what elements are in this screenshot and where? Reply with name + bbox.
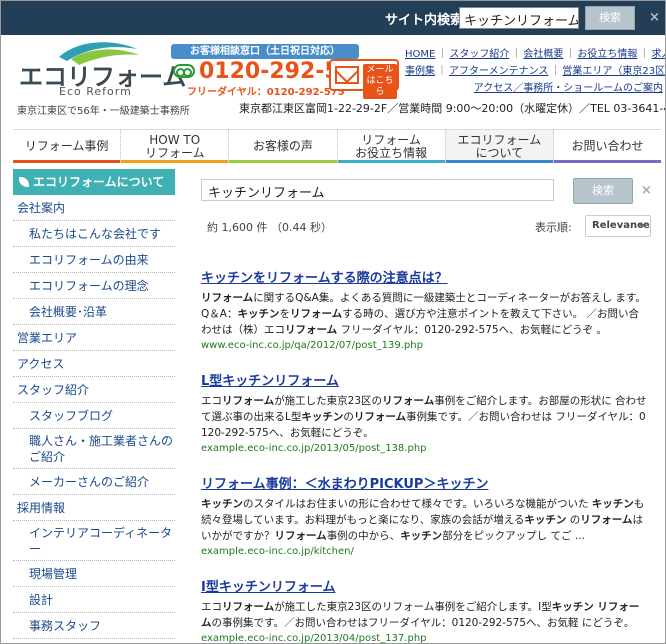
search-results: キッチンリフォーム 検索 × 約 1,600 件 （0.44 秒） 表示順: R… bbox=[187, 171, 661, 644]
nav-item-label: お客様の声 bbox=[252, 139, 313, 153]
page-frame: サイト内検索： キッチンリフォーム 検索 × エコリフォーム Eco Refor… bbox=[0, 0, 666, 644]
mail-button[interactable]: メールはこちら bbox=[329, 59, 399, 99]
link-separator: ｜ bbox=[437, 66, 447, 77]
search-result: キッチンをリフォームする際の注意点は？ リフォームに関するQ&A集。よくある質問に… bbox=[187, 267, 661, 351]
sidebar-item[interactable]: 現場管理 bbox=[13, 561, 175, 587]
nav-item-label: リフォーム事例 bbox=[24, 139, 109, 153]
header-links-row: アクセス／事務所・ショールームのご案内 bbox=[405, 80, 663, 97]
nav-item-label: エコリフォーム について bbox=[457, 132, 542, 160]
result-url: www.eco-inc.co.jp/qa/2012/07/post_139.ph… bbox=[201, 340, 423, 351]
sidebar-heading-label: エコリフォームについて bbox=[33, 175, 165, 189]
chevron-down-icon bbox=[639, 224, 645, 228]
site-search-input[interactable]: キッチンリフォーム bbox=[459, 7, 579, 29]
sort-select[interactable]: Relevance bbox=[585, 215, 651, 237]
header-link[interactable]: 営業エリア（東京23区） bbox=[562, 66, 665, 77]
header-links: HOME｜スタッフ紹介｜会社概要｜お役立ち情報｜求人 事例集｜アフターメンテナン… bbox=[405, 46, 665, 97]
site-search-bar: サイト内検索： キッチンリフォーム 検索 × bbox=[1, 1, 665, 35]
freedial-icon bbox=[173, 64, 195, 78]
header-link[interactable]: 会社概要 bbox=[523, 49, 563, 60]
header-link[interactable]: 求人 bbox=[651, 49, 665, 60]
header-link[interactable]: アフターメンテナンス bbox=[449, 66, 548, 77]
sidebar-item[interactable]: アクセス bbox=[13, 351, 175, 377]
clear-icon[interactable]: × bbox=[641, 183, 652, 198]
header-link[interactable]: アクセス／事務所・ショールームのご案内 bbox=[474, 83, 663, 94]
search-result: リフォーム事例：＜水まわりPICKUP＞キッチンキッチンのスタイルはお住まいの形… bbox=[187, 473, 661, 557]
result-url: example.eco-inc.co.jp/2013/04/post_137.p… bbox=[201, 633, 427, 644]
sidebar-items: 会社案内 私たちはこんな会社です エコリフォームの由来 エコリフォームの理念 会社概要･… bbox=[13, 195, 175, 639]
nav-item[interactable]: HOW TO リフォーム bbox=[121, 130, 230, 163]
result-snippet: エコリフォームが施工した東京23区のリフォーム事例をご紹介します。I型キッチン … bbox=[201, 601, 640, 629]
mail-icon bbox=[335, 66, 359, 84]
sidebar-item[interactable]: 私たちはこんな会社です bbox=[13, 221, 175, 247]
sidebar-item[interactable]: 設計 bbox=[13, 587, 175, 613]
leaf-icon bbox=[19, 177, 29, 187]
header-links-row: 事例集｜アフターメンテナンス｜営業エリア（東京23区） bbox=[405, 63, 665, 80]
result-title-link[interactable]: リフォーム事例：＜水まわりPICKUP＞キッチン bbox=[201, 473, 647, 492]
sidebar-item[interactable]: 営業エリア bbox=[13, 325, 175, 351]
logo-subtitle: Eco Reform bbox=[59, 85, 132, 98]
search-result: I型キッチンリフォームエコリフォームが施工した東京23区のリフォーム事例をご紹介… bbox=[187, 576, 661, 644]
main-nav: リフォーム事例 HOW TO リフォーム お客様の声 リフォーム お役立ち情報 エコリフ… bbox=[13, 129, 662, 163]
mail-label: メールはこちら bbox=[363, 64, 397, 99]
nav-item-label: HOW TO リフォーム bbox=[144, 132, 205, 160]
nav-item[interactable]: お問い合わせ bbox=[553, 130, 662, 163]
header-link[interactable]: HOME bbox=[405, 49, 435, 60]
header-link[interactable]: 事例集 bbox=[405, 66, 435, 77]
sidebar-heading[interactable]: エコリフォームについて bbox=[13, 169, 175, 195]
result-snippet: キッチンのスタイルはお住まいの形に合わせて様々です。いろいろな機能がついた キッ… bbox=[201, 498, 645, 542]
result-count: 約 1,600 件 （0.44 秒） bbox=[207, 221, 332, 234]
sort-label: 表示順: bbox=[535, 221, 572, 234]
results-search-button[interactable]: 検索 bbox=[573, 178, 633, 204]
sidebar-item[interactable]: エコリフォームの由来 bbox=[13, 247, 175, 273]
link-separator: ｜ bbox=[511, 49, 522, 60]
sidebar: エコリフォームについて 会社案内 私たちはこんな会社です エコリフォームの由来 エコリ… bbox=[13, 169, 175, 639]
link-separator: ｜ bbox=[437, 49, 448, 60]
header-links-row: HOME｜スタッフ紹介｜会社概要｜お役立ち情報｜求人 bbox=[405, 46, 665, 63]
link-separator: ｜ bbox=[550, 66, 561, 77]
sidebar-item[interactable]: スタッフブログ bbox=[13, 403, 175, 429]
sidebar-item[interactable]: 職人さん・施工業者さんのご紹介 bbox=[13, 429, 175, 469]
sidebar-item[interactable]: 採用情報 bbox=[13, 495, 175, 521]
nav-item-label: リフォーム お役立ち情報 bbox=[355, 132, 428, 160]
tagline: 東京江東区で56年・一級建築士事務所 bbox=[17, 106, 190, 117]
nav-item[interactable]: エコリフォーム について bbox=[445, 130, 554, 163]
nav-item-label: お問い合わせ bbox=[571, 139, 644, 153]
link-separator: ｜ bbox=[565, 49, 576, 60]
sidebar-item[interactable]: 会社案内 bbox=[13, 195, 175, 221]
result-title-link[interactable]: L型キッチンリフォーム bbox=[201, 370, 647, 389]
result-list: キッチンをリフォームする際の注意点は？ リフォームに関するQ&A集。よくある質問に… bbox=[187, 267, 661, 644]
nav-item[interactable]: お客様の声 bbox=[229, 130, 338, 163]
search-result: L型キッチンリフォームエコリフォームが施工した東京23区のリフォーム事例をご紹介… bbox=[187, 370, 661, 454]
sidebar-item[interactable]: メーカーさんのご紹介 bbox=[13, 469, 175, 495]
site-search-button[interactable]: 検索 bbox=[585, 6, 635, 30]
nav-item[interactable]: リフォーム お役立ち情報 bbox=[337, 130, 446, 163]
results-meta: 約 1,600 件 （0.44 秒） 表示順: Relevance bbox=[187, 209, 661, 243]
results-search-row: キッチンリフォーム 検索 × bbox=[187, 171, 661, 209]
nav-item[interactable]: リフォーム事例 bbox=[13, 130, 122, 163]
header-link[interactable]: スタッフ紹介 bbox=[449, 49, 509, 60]
header-link[interactable]: お役立ち情報 bbox=[577, 49, 637, 60]
sidebar-item[interactable]: エコリフォームの理念 bbox=[13, 273, 175, 299]
phone-label: お客様相談窓口（土日祝日対応） bbox=[171, 44, 359, 59]
free-dial-text: フリーダイヤル：0120-292-575 bbox=[187, 87, 345, 98]
result-title-link[interactable]: キッチンをリフォームする際の注意点は？ bbox=[201, 267, 647, 286]
company-address: 東京都江東区富岡1-22-29-2F／営業時間 9:00〜20:00（水曜定休）… bbox=[239, 102, 666, 115]
sidebar-item[interactable]: インテリアコーディネーター bbox=[13, 521, 175, 561]
result-snippet: エコリフォームが施工した東京23区のリフォーム事例をご紹介します。お部屋の形状に… bbox=[201, 395, 647, 439]
sidebar-item[interactable]: 会社概要･沿革 bbox=[13, 299, 175, 325]
results-search-input[interactable]: キッチンリフォーム bbox=[201, 179, 554, 201]
result-title-link[interactable]: I型キッチンリフォーム bbox=[201, 576, 647, 595]
link-separator: ｜ bbox=[639, 49, 650, 60]
result-snippet: リフォームに関するQ&A集。よくある質問に一級建築士とコーディネーターがお答えし… bbox=[201, 292, 646, 336]
result-url: example.eco-inc.co.jp/kitchen/ bbox=[201, 546, 354, 557]
result-url: example.eco-inc.co.jp/2013/05/post_138.p… bbox=[201, 443, 427, 454]
close-icon[interactable]: × bbox=[649, 10, 660, 25]
sidebar-item[interactable]: 事務スタッフ bbox=[13, 613, 175, 639]
sidebar-item[interactable]: スタッフ紹介 bbox=[13, 377, 175, 403]
